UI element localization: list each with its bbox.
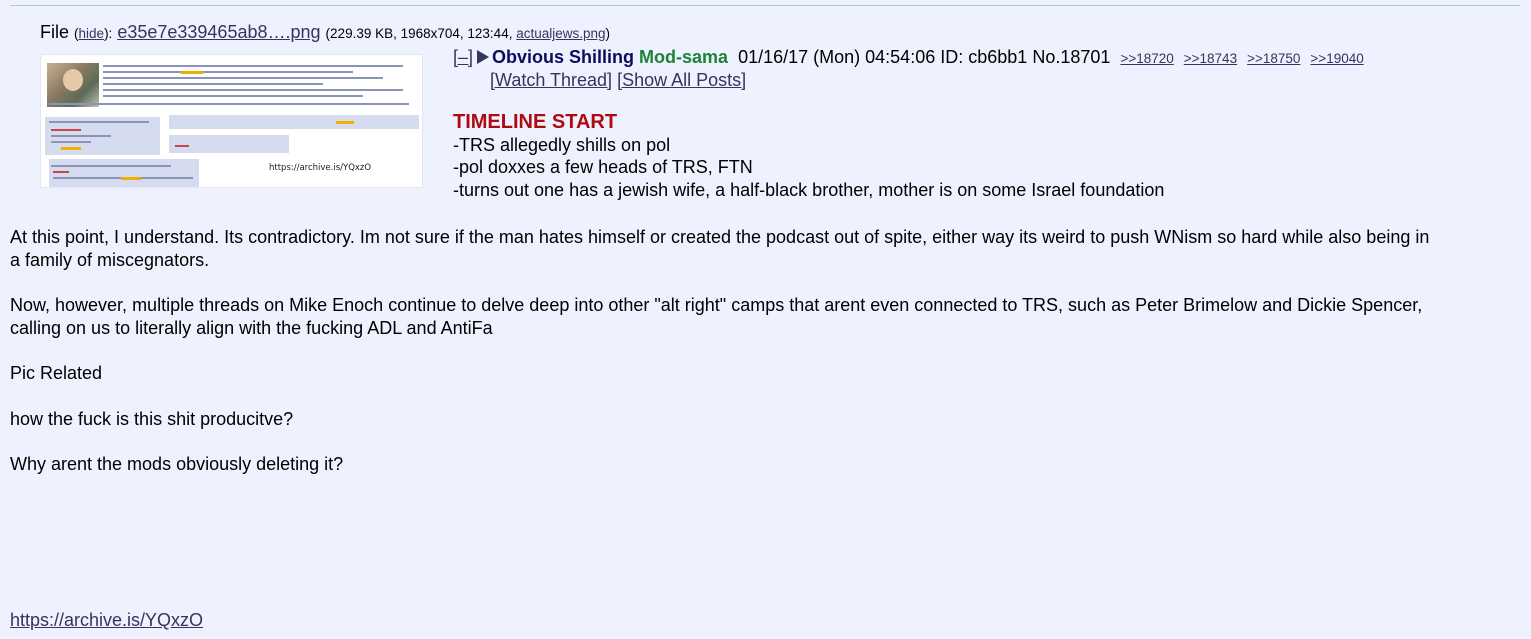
backlink-19040[interactable]: >>19040	[1310, 51, 1363, 66]
timeline-heading: TIMELINE START	[453, 111, 618, 133]
watch-thread-link[interactable]: [Watch Thread]	[490, 70, 612, 90]
body-paragraph: Why arent the mods obviously deleting it…	[10, 454, 344, 474]
timeline-line: -turns out one has a jewish wife, a half…	[453, 179, 1165, 200]
post-subject: Obvious Shilling	[492, 47, 635, 67]
body-paragraph: Now, however, multiple threads on Mike E…	[10, 295, 1423, 338]
file-info: File (hide): e35e7e339465ab8….png (229.3…	[40, 22, 611, 42]
body-paragraph: At this point, I understand. Its contrad…	[10, 227, 1430, 270]
timeline-line: -TRS allegedly shills on pol	[453, 134, 671, 155]
thumbnail-url-text: https://archive.is/YQxzO	[269, 163, 372, 173]
post-menu-arrow-icon[interactable]	[477, 50, 490, 64]
backlink-18750[interactable]: >>18750	[1247, 51, 1300, 66]
post-number[interactable]: No.18701	[1032, 47, 1110, 67]
backlink-18743[interactable]: >>18743	[1184, 51, 1237, 66]
timeline-line: -pol doxxes a few heads of TRS, FTN	[453, 157, 753, 177]
hide-image-link[interactable]: hide	[79, 26, 105, 41]
body-paragraph: how the fuck is this shit producitve?	[10, 408, 294, 429]
top-divider	[10, 5, 1520, 6]
post-id-label: ID:	[940, 47, 964, 67]
archive-link[interactable]: https://archive.is/YQxzO	[10, 610, 203, 630]
thumbnail-photo	[47, 63, 99, 107]
post-id-value[interactable]: cb6bb1	[968, 47, 1027, 67]
file-meta: 229.39 KB, 1968x704, 123:44,	[330, 26, 517, 41]
file-label: File	[40, 22, 70, 42]
file-name-link[interactable]: e35e7e339465ab8….png	[117, 22, 320, 42]
body-paragraph: Pic Related	[10, 363, 103, 383]
post-datetime: 01/16/17 (Mon) 04:54:06	[738, 47, 936, 67]
post-capcode: Mod-sama	[639, 47, 729, 67]
show-all-posts-link[interactable]: [Show All Posts]	[617, 70, 746, 90]
hide-post-toggle[interactable]: [–]	[453, 47, 473, 67]
backlink-18720[interactable]: >>18720	[1120, 51, 1173, 66]
post-timeline: TIMELINE START -TRS allegedly shills on …	[453, 111, 1164, 201]
original-filename-link[interactable]: actualjews.png	[516, 26, 605, 41]
post-body: At this point, I understand. Its contrad…	[10, 226, 1430, 499]
image-thumbnail[interactable]: https://archive.is/YQxzO	[40, 54, 423, 188]
thread-actions: [Watch Thread] [Show All Posts]	[490, 68, 746, 92]
